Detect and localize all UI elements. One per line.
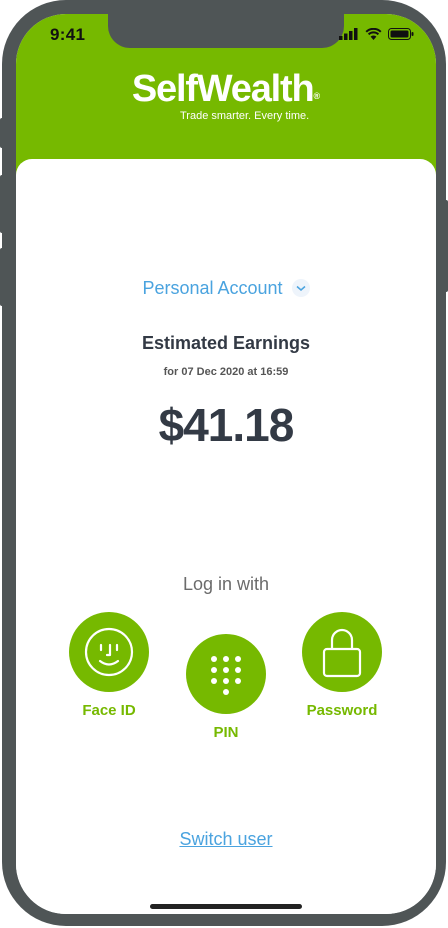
brand-logo: SelfWealth® [16, 68, 436, 111]
status-icons [339, 28, 414, 40]
battery-icon [388, 28, 414, 40]
password-label: Password [306, 702, 378, 719]
content-card [16, 159, 436, 914]
brand-name: SelfWealth [131, 68, 315, 110]
account-selector-label: Personal Account [142, 278, 283, 298]
estimated-earnings-amount: $41.18 [158, 399, 295, 451]
camera-notch [108, 14, 344, 48]
keypad-icon [211, 656, 241, 695]
brand-tagline: Trade smarter. Every time. [180, 110, 310, 122]
phone-frame: SelfWealth® Trade smarter. Every time. 9… [2, 0, 446, 926]
password-circle [302, 612, 382, 692]
lock-icon [322, 628, 362, 678]
login-prompt: Log in with [182, 574, 270, 594]
brand-registered-mark: ® [313, 91, 321, 101]
status-time: 9:41 [50, 25, 86, 44]
wifi-icon [365, 28, 382, 40]
pin-circle [186, 634, 266, 714]
estimated-earnings-title: Estimated Earnings [141, 333, 311, 353]
face-id-button[interactable]: Face ID [59, 612, 159, 719]
account-selector[interactable]: Personal Account [16, 278, 436, 299]
face-id-icon [84, 627, 134, 677]
face-id-label: Face ID [82, 702, 136, 719]
switch-user-link[interactable]: Switch user [16, 829, 436, 850]
pin-button[interactable]: PIN [176, 634, 276, 741]
phone-screen: SelfWealth® Trade smarter. Every time. 9… [16, 14, 436, 914]
pin-label: PIN [213, 724, 239, 741]
estimated-earnings-date: for 07 Dec 2020 at 16:59 [163, 366, 289, 378]
signal-icon [339, 28, 358, 40]
face-id-circle [69, 612, 149, 692]
home-indicator [150, 904, 302, 909]
chevron-down-icon [291, 279, 310, 297]
password-button[interactable]: Password [292, 612, 392, 719]
